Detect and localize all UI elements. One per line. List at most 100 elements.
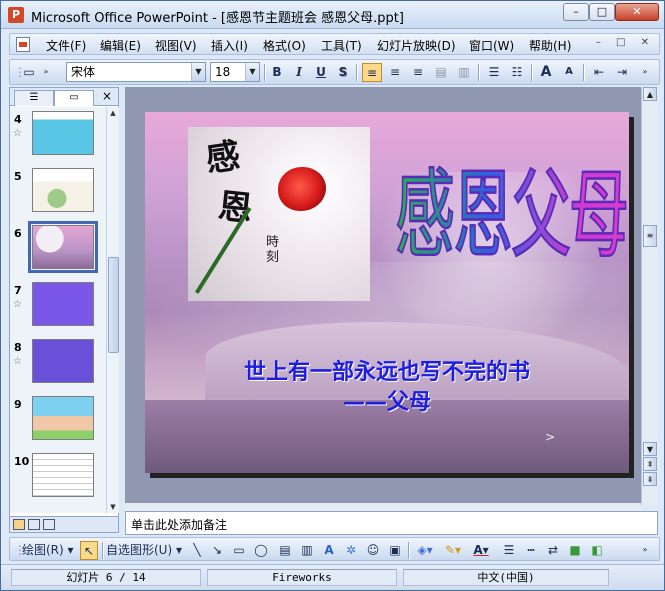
thumbnail-slide-8[interactable]: 8 ☆	[10, 335, 106, 387]
animation-star-icon: ☆	[13, 356, 22, 367]
menu-edit[interactable]: 编辑(E)	[100, 37, 141, 54]
slide-thumbnail-image	[32, 111, 94, 155]
thumbnail-slide-9[interactable]: 9	[10, 392, 106, 444]
menu-window[interactable]: 窗口(W)	[469, 37, 514, 54]
menu-view[interactable]: 视图(V)	[155, 37, 197, 54]
menu-insert[interactable]: 插入(I)	[211, 37, 248, 54]
bold-button[interactable]: B	[268, 63, 286, 82]
scroll-up-icon[interactable]: ▲	[643, 87, 657, 101]
decrease-font-button[interactable]: A	[559, 63, 579, 82]
slides-icon: ▭	[69, 92, 79, 103]
line-icon[interactable]: ╲	[188, 541, 206, 560]
font-size-combo[interactable]: 18 ▼	[210, 62, 260, 82]
distribute-text-icon[interactable]: ▤	[431, 63, 451, 82]
status-language: 中文(中国)	[403, 569, 609, 586]
previous-slide-icon[interactable]: ⇞	[643, 457, 657, 471]
carnation-picture[interactable]: 感 恩 時刻	[188, 127, 370, 301]
next-slide-icon[interactable]: ⇟	[643, 472, 657, 486]
fill-color-icon[interactable]: ◈▾	[412, 541, 438, 560]
thumbnail-slide-6[interactable]: 6	[10, 221, 106, 273]
normal-view-icon[interactable]	[13, 519, 25, 530]
arrow-style-icon[interactable]: ⇄	[544, 541, 562, 560]
wordart-icon[interactable]: A	[320, 541, 338, 560]
toolbar-overflow-icon[interactable]: »	[638, 63, 652, 82]
thumbnail-slide-10[interactable]: 10	[10, 449, 106, 501]
toolbar-separator	[531, 64, 532, 81]
autoshapes-menu-button[interactable]: 自选图形(U) ▾	[106, 541, 184, 560]
clipart-icon[interactable]: ☺	[364, 541, 382, 560]
slide-vertical-scrollbar[interactable]: ▲ ≡ ▼ ⇞ ⇟	[641, 87, 658, 505]
italic-button[interactable]: I	[290, 63, 308, 82]
3d-style-icon[interactable]: ◧	[588, 541, 606, 560]
scroll-thumb[interactable]	[108, 257, 119, 353]
oval-icon[interactable]: ◯	[252, 541, 270, 560]
calligraphy-top: 感	[203, 135, 243, 181]
increase-indent-icon[interactable]: ⇥	[612, 63, 632, 82]
toolbar-grip[interactable]: ⋮	[14, 63, 26, 82]
status-design-template[interactable]: Fireworks	[207, 569, 397, 586]
select-pointer-icon[interactable]: ↖	[80, 541, 98, 560]
slide-horizontal-scrollbar[interactable]	[125, 503, 641, 511]
scroll-thumb[interactable]: ≡	[643, 225, 657, 247]
current-slide[interactable]: 感 恩 時刻 感恩父母 世上有一部永远也写不完的书 ——父母 >	[145, 112, 629, 473]
dash-style-icon[interactable]: ┅	[522, 541, 540, 560]
tab-outline[interactable]: ☰	[14, 90, 54, 106]
powerpoint-icon[interactable]: P	[8, 7, 24, 23]
increase-font-button[interactable]: A	[536, 63, 556, 82]
toolbar-overflow-icon[interactable]: »	[40, 63, 52, 82]
columns-icon[interactable]: ▥	[454, 63, 474, 82]
thumbnail-slide-7[interactable]: 7 ☆	[10, 278, 106, 330]
align-right-icon[interactable]: ≡	[408, 63, 428, 82]
bullets-icon[interactable]: ☷	[507, 63, 527, 82]
align-center-icon[interactable]: ≡	[385, 63, 405, 82]
underline-button[interactable]: U	[312, 63, 330, 82]
decrease-indent-icon[interactable]: ⇤	[589, 63, 609, 82]
shadow-button[interactable]: S	[334, 63, 352, 82]
scroll-down-icon[interactable]: ▼	[107, 501, 119, 513]
arrow-icon[interactable]: ↘	[208, 541, 226, 560]
numbering-icon[interactable]: ☰	[484, 63, 504, 82]
thumbnail-scrollbar[interactable]: ▲ ▼	[106, 107, 119, 513]
align-left-icon[interactable]: ≡	[362, 63, 382, 82]
close-button[interactable]: ✕	[615, 3, 659, 21]
menu-format[interactable]: 格式(O)	[263, 37, 306, 54]
subtitle-line-2[interactable]: ——父母	[145, 384, 629, 416]
scroll-up-icon[interactable]: ▲	[107, 107, 119, 119]
menu-file[interactable]: 文件(F)	[46, 37, 86, 54]
shadow-style-icon[interactable]: ■	[566, 541, 584, 560]
vertical-text-box-icon[interactable]: ▥	[298, 541, 316, 560]
toolbar-overflow-icon[interactable]: »	[638, 541, 652, 560]
diagram-icon[interactable]: ✲	[342, 541, 360, 560]
line-style-icon[interactable]: ☰	[500, 541, 518, 560]
picture-icon[interactable]: ▣	[386, 541, 404, 560]
menu-help[interactable]: 帮助(H)	[529, 37, 571, 54]
new-document-icon[interactable]: ▭	[20, 63, 38, 82]
document-icon[interactable]	[16, 37, 30, 52]
slideshow-icon[interactable]	[43, 519, 55, 530]
thumbnail-slide-4[interactable]: 4 ☆	[10, 107, 106, 159]
notes-pane[interactable]: 单击此处添加备注	[125, 511, 658, 535]
font-name-combo[interactable]: 宋体 ▼	[66, 62, 206, 82]
mdi-controls[interactable]: – □ ✕	[596, 37, 655, 48]
text-box-icon[interactable]: ▤	[276, 541, 294, 560]
chevron-down-icon[interactable]: ▼	[191, 63, 205, 81]
slide-sorter-icon[interactable]	[28, 519, 40, 530]
title-bar[interactable]: P Microsoft Office PowerPoint - [感恩节主题班会…	[1, 1, 664, 29]
font-color-icon[interactable]: A▾	[468, 541, 494, 560]
slide-nav-icon[interactable]: >	[545, 430, 555, 444]
toolbar-grip[interactable]: ⋮	[14, 541, 26, 560]
tab-slides[interactable]: ▭	[54, 90, 94, 106]
wordart-title[interactable]: 感恩父母	[394, 159, 629, 273]
rectangle-icon[interactable]: ▭	[230, 541, 248, 560]
thumbnail-slide-5[interactable]: 5	[10, 164, 106, 216]
minimize-button[interactable]: –	[563, 3, 589, 21]
draw-menu-button[interactable]: 绘图(R) ▾	[22, 541, 78, 560]
chevron-down-icon[interactable]: ▼	[245, 63, 259, 81]
scroll-down-icon[interactable]: ▼	[643, 442, 657, 456]
maximize-button[interactable]: □	[589, 3, 615, 21]
menu-tools[interactable]: 工具(T)	[321, 37, 362, 54]
subtitle-line-1[interactable]: 世上有一部永远也写不完的书	[145, 354, 629, 386]
line-color-icon[interactable]: ✎▾	[440, 541, 466, 560]
menu-slideshow[interactable]: 幻灯片放映(D)	[377, 37, 456, 54]
close-pane-button[interactable]: ×	[102, 89, 112, 103]
